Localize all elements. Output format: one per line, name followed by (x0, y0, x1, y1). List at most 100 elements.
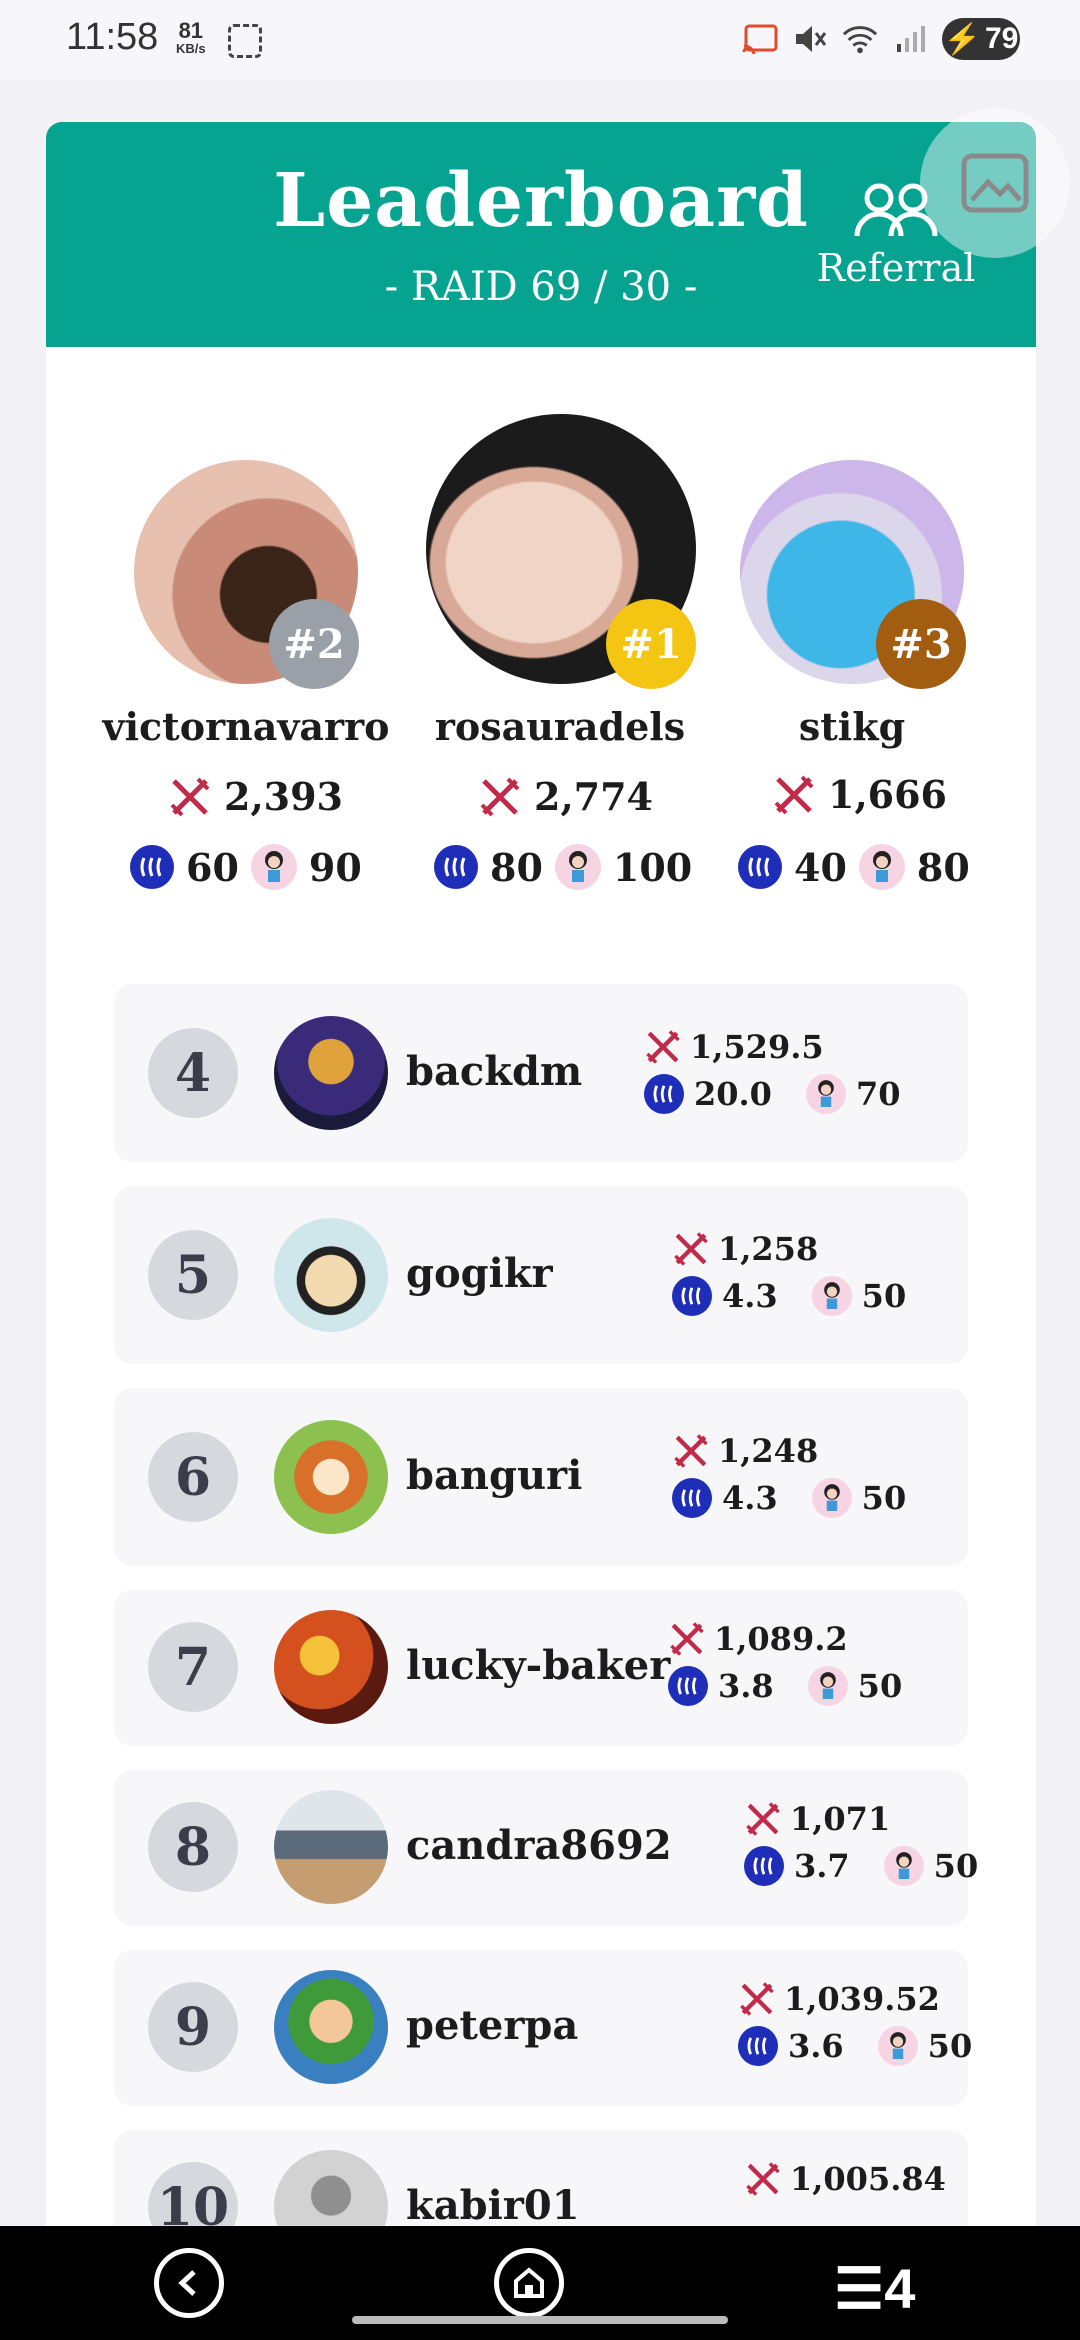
ticket-value: 50 (933, 1847, 979, 1885)
score-value: 1,039.52 (784, 1980, 940, 2018)
coin-value: 4.3 (722, 1277, 778, 1315)
coin-value: 4.3 (722, 1479, 778, 1517)
score-value: 1,529.5 (690, 1028, 824, 1066)
status-bar: 11:58 81 KB/s ⚡ 79 (0, 0, 1080, 80)
coin-value: 40 (794, 844, 847, 890)
leaderboard-header: Leaderboard - RAID 69 / 30 - Referral (46, 122, 1036, 347)
steem-coin-icon (130, 845, 174, 889)
score-value: 1,005.84 (790, 2160, 946, 2198)
coin-value: 20.0 (694, 1075, 772, 1113)
steem-coin-icon (744, 1846, 784, 1886)
steem-coin-icon (672, 1478, 712, 1518)
score-value: 2,774 (534, 774, 653, 819)
leaderboard-row-6[interactable]: 6 banguri 1,248 4.3 50 (114, 1388, 968, 1566)
home-button[interactable] (494, 2248, 564, 2318)
gesture-indicator (352, 2316, 728, 2324)
ticket-value: 50 (927, 2027, 973, 2065)
player-name: lucky-baker (406, 1642, 671, 1689)
image-icon (961, 153, 1029, 213)
wifi-icon (842, 21, 878, 57)
rank-number: 6 (148, 1432, 238, 1522)
rank-number: 9 (148, 1982, 238, 2072)
screenshot-button[interactable] (920, 108, 1070, 258)
character-ticket-icon (250, 844, 297, 890)
rank-number: 7 (148, 1622, 238, 1712)
ticket-value: 90 (308, 844, 362, 890)
home-icon (514, 2267, 544, 2298)
crossed-swords-icon (746, 1802, 780, 1836)
avatar (274, 1016, 388, 1130)
coin-value: 60 (186, 844, 239, 890)
crossed-swords-icon (740, 1982, 774, 2016)
character-ticket-icon (877, 2026, 918, 2066)
chevron-left-icon (178, 2270, 196, 2296)
character-ticket-icon (883, 1846, 924, 1886)
avatar (274, 1610, 388, 1724)
steem-coin-icon (644, 1074, 684, 1114)
steem-coin-icon (738, 2026, 778, 2066)
screen-scan-icon (228, 24, 262, 58)
leaderboard-row-8[interactable]: 8 candra8692 1,071 3.7 50 (114, 1770, 978, 1926)
avatar (274, 1420, 388, 1534)
ticket-value: 50 (857, 1667, 903, 1705)
signal-icon (892, 21, 928, 57)
character-ticket-icon (811, 1478, 852, 1518)
coin-value: 80 (490, 844, 543, 890)
player-name: gogikr (406, 1250, 553, 1297)
back-button[interactable] (154, 2248, 224, 2318)
leaderboard-row-7[interactable]: 7 lucky-baker 1,089.2 3.8 50 (114, 1590, 968, 1746)
character-ticket-icon (807, 1666, 848, 1706)
crossed-swords-icon (170, 777, 210, 816)
steem-coin-icon (668, 1666, 708, 1706)
rank-badge: #2 (269, 599, 359, 689)
character-ticket-icon (554, 844, 601, 890)
leaderboard-card: Leaderboard - RAID 69 / 30 - Referral #2… (46, 122, 1036, 2340)
rank-number: 8 (148, 1802, 238, 1892)
player-name: peterpa (406, 2002, 579, 2049)
coin-value: 3.7 (794, 1847, 850, 1885)
score-value: 2,393 (224, 774, 343, 819)
crossed-swords-icon (670, 1622, 704, 1656)
rank-badge: #1 (606, 599, 696, 689)
player-name: stikg (798, 704, 906, 749)
player-name: rosauradels (434, 704, 686, 749)
character-ticket-icon (858, 844, 905, 890)
coin-value: 3.8 (718, 1667, 774, 1705)
ticket-value: 80 (916, 844, 970, 890)
crossed-swords-icon (480, 777, 520, 816)
system-navigation-bar: ☰4 (0, 2226, 1080, 2340)
ticket-value: 100 (612, 844, 693, 890)
steem-coin-icon (738, 845, 782, 889)
crossed-swords-icon (646, 1030, 680, 1064)
network-speed: 81 KB/s (176, 18, 206, 57)
referral-label: Referral (816, 246, 976, 290)
rank-number: 5 (148, 1230, 238, 1320)
rank-number: 4 (148, 1028, 238, 1118)
ticket-value: 50 (861, 1277, 907, 1315)
score-value: 1,248 (718, 1432, 819, 1470)
avatar (274, 1970, 388, 2084)
ticket-value: 70 (855, 1075, 901, 1113)
leaderboard-row-9[interactable]: 9 peterpa 1,039.52 3.6 50 (114, 1950, 972, 2106)
crossed-swords-icon (774, 775, 814, 814)
character-ticket-icon (811, 1276, 852, 1316)
charging-icon: ⚡ (943, 22, 981, 56)
character-ticket-icon (805, 1074, 846, 1114)
player-name: candra8692 (406, 1822, 672, 1869)
recent-apps-button[interactable]: ☰4 (834, 2256, 915, 2322)
score-value: 1,666 (828, 772, 947, 817)
score-value: 1,071 (790, 1800, 891, 1838)
player-name: banguri (406, 1452, 583, 1499)
crossed-swords-icon (674, 1434, 708, 1468)
score-value: 1,258 (718, 1230, 819, 1268)
coin-value: 3.6 (788, 2027, 844, 2065)
cast-icon (742, 21, 778, 57)
leaderboard-row-5[interactable]: 5 gogikr 1,258 4.3 50 (114, 1186, 968, 1364)
crossed-swords-icon (746, 2162, 780, 2196)
mute-icon (792, 21, 828, 57)
ticket-value: 50 (861, 1479, 907, 1517)
leaderboard-row-4[interactable]: 4 backdm 1,529.5 20.0 70 (114, 984, 968, 1162)
rank-badge: #3 (876, 599, 966, 689)
steem-coin-icon (672, 1276, 712, 1316)
player-name: backdm (406, 1048, 583, 1095)
